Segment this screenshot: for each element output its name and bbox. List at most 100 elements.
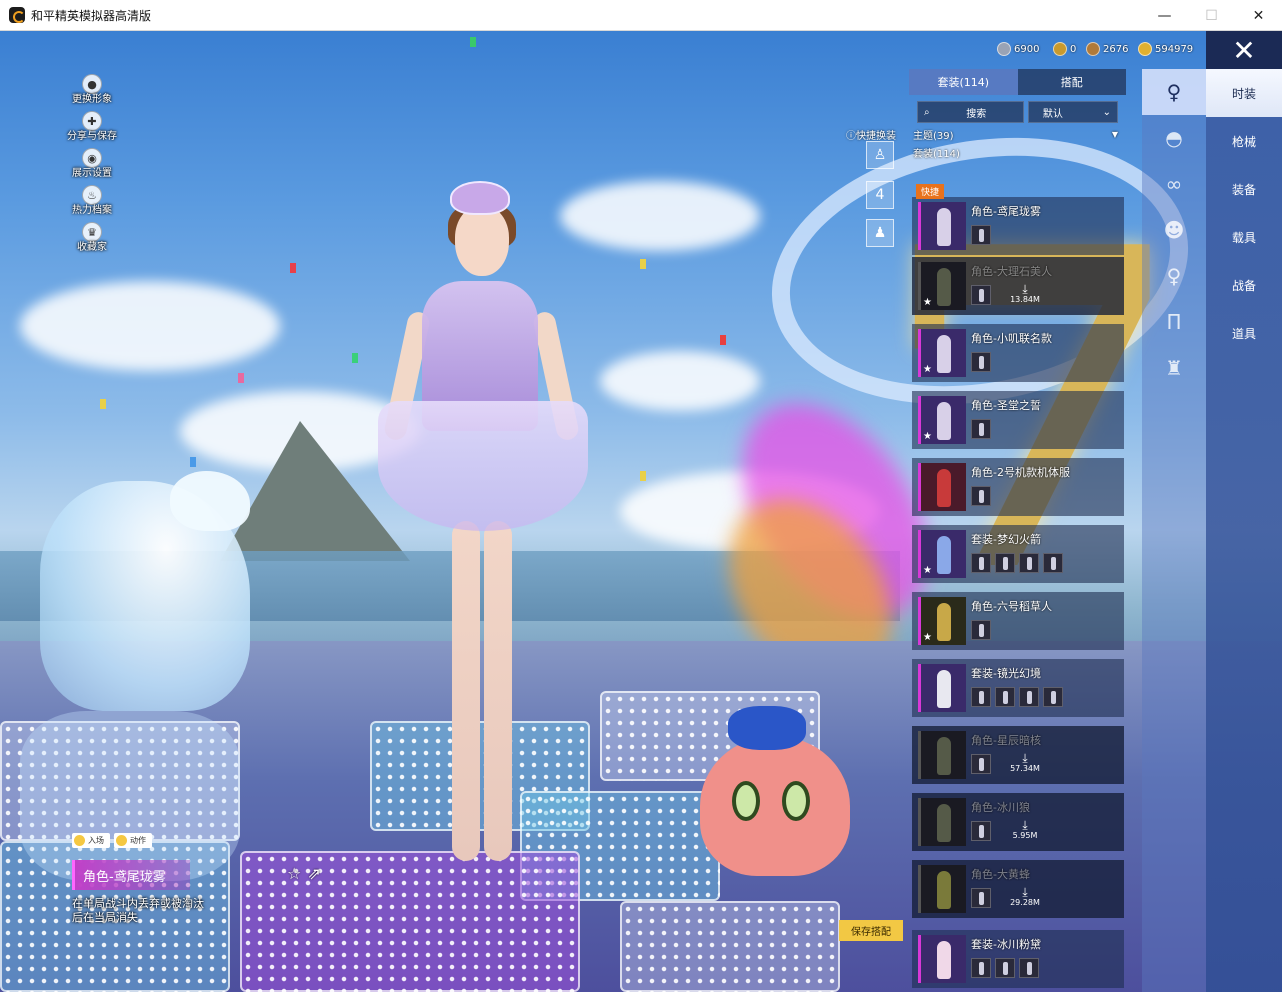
list-item[interactable]: 角色-大黄蜂 ⤓ 29.28M	[912, 860, 1124, 918]
star-icon: ★	[923, 565, 932, 576]
favorite-icon[interactable]: ☆	[287, 864, 301, 883]
download-indicator[interactable]: ⤓ 57.34M	[1007, 752, 1043, 773]
list-item[interactable]: 快捷 角色-鸢尾珑雾	[912, 184, 1124, 255]
item-piece	[1019, 687, 1039, 707]
search-row: ⌕ 搜索 默认 ⌄	[917, 101, 1118, 123]
item-piece	[971, 419, 991, 439]
character-skirt	[378, 401, 588, 531]
quick-slot-1[interactable]: ♙	[866, 141, 894, 169]
help-icon: ⓘ	[846, 131, 856, 142]
confetti	[640, 259, 646, 269]
category-props[interactable]: 道具	[1206, 309, 1282, 357]
item-thumbnail	[918, 664, 966, 712]
tab-entrance[interactable]: 入场	[72, 833, 110, 848]
character-head	[455, 206, 509, 276]
game-viewport[interactable]: 7 ● 更换形象 ✚ 分享与保存	[0, 31, 1282, 992]
tab-sets[interactable]: 套装(114)	[909, 69, 1018, 95]
item-piece	[971, 754, 991, 774]
category-weapons[interactable]: 枪械	[1206, 117, 1282, 165]
search-input[interactable]: ⌕ 搜索	[917, 101, 1024, 123]
list-item[interactable]: 角色-冰川狼 ⤓ 5.95M	[912, 793, 1124, 851]
item-name: 角色-星辰暗核	[971, 734, 1041, 747]
download-indicator[interactable]: ⤓ 5.95M	[1007, 819, 1043, 840]
item-piece	[971, 285, 991, 305]
item-piece	[995, 687, 1015, 707]
download-indicator[interactable]: ⤓ 29.28M	[1007, 886, 1043, 907]
item-thumbnail	[918, 731, 966, 779]
quick-slot-3[interactable]: ♟	[866, 219, 894, 247]
glasses-slot-button[interactable]: ∞	[1142, 161, 1206, 207]
figure-slot-button[interactable]: ♀	[1142, 253, 1206, 299]
currency-gold: 594979	[1138, 40, 1193, 58]
close-wardrobe-button[interactable]: ✕	[1206, 31, 1282, 69]
minimize-button[interactable]: —	[1141, 0, 1188, 31]
download-icon: ⤓	[1022, 885, 1028, 899]
maximize-button[interactable]: ☐	[1188, 0, 1235, 31]
confetti	[720, 335, 726, 345]
tab-action[interactable]: 动作	[114, 833, 152, 848]
shoes-slot-button[interactable]: ♜	[1142, 345, 1206, 391]
category-equipment[interactable]: 装备	[1206, 165, 1282, 213]
list-item[interactable]: 套装-冰川粉黛	[912, 930, 1124, 988]
confetti	[290, 263, 296, 273]
item-name: 角色-大黄蜂	[971, 868, 1030, 881]
item-piece	[1043, 553, 1063, 573]
item-thumbnail: ★	[918, 597, 966, 645]
window-controls: — ☐ ✕	[1141, 0, 1282, 31]
window-close-button[interactable]: ✕	[1235, 0, 1282, 31]
share-out-icon[interactable]: ⇗	[307, 864, 320, 883]
change-avatar-button[interactable]: ● 更换形象	[62, 69, 122, 106]
item-piece	[971, 687, 991, 707]
octopus-eye	[782, 781, 810, 821]
list-item[interactable]: 套装-镜光幻境	[912, 659, 1124, 717]
mask-slot-button[interactable]: ☻	[1142, 207, 1206, 253]
list-item[interactable]: 角色-2号机款机体服	[912, 458, 1124, 516]
hat-slot-button[interactable]: ◓	[1142, 115, 1206, 161]
item-name: 角色-小叽联名款	[971, 332, 1052, 345]
quick-swap-label[interactable]: ⓘ快捷换装	[846, 127, 896, 142]
list-item[interactable]: ★ 角色-圣堂之誓	[912, 391, 1124, 449]
coupon-icon	[1053, 42, 1067, 56]
list-item[interactable]: ★ 角色-六号稻草人	[912, 592, 1124, 650]
item-piece	[1019, 553, 1039, 573]
item-piece	[971, 620, 991, 640]
category-battle-prep[interactable]: 战备	[1206, 261, 1282, 309]
title-bar: 和平精英模拟器高清版 — ☐ ✕	[0, 0, 1282, 31]
currency-coupon: 0	[1053, 40, 1076, 58]
sort-dropdown[interactable]: 默认 ⌄	[1027, 101, 1118, 123]
glasses-icon: ∞	[1165, 172, 1183, 196]
item-piece	[1043, 687, 1063, 707]
share-icon: ✚	[82, 111, 102, 131]
cloud	[600, 351, 760, 411]
item-name: 角色-鸢尾珑雾	[971, 205, 1041, 218]
category-fashion[interactable]: 时装	[1206, 69, 1282, 117]
filter-sets[interactable]: 套装(114)	[913, 145, 1126, 160]
item-thumbnail	[918, 798, 966, 846]
display-settings-button[interactable]: ◉ 展示设置	[62, 143, 122, 180]
list-item[interactable]: ★ 角色-小叽联名款	[912, 324, 1124, 382]
list-item[interactable]: ★ 套装-梦幻火箭	[912, 525, 1124, 583]
item-piece	[971, 352, 991, 372]
save-outfit-button[interactable]: 保存搭配	[839, 920, 903, 941]
download-indicator[interactable]: ⤓ 13.84M	[1007, 283, 1043, 304]
outfit-icon: ♀	[1166, 80, 1182, 104]
list-item[interactable]: ★ 角色-大理石美人 ⤓ 13.84M	[912, 257, 1124, 315]
item-thumbnail	[918, 935, 966, 983]
collector-button[interactable]: ♛ 收藏家	[62, 217, 122, 254]
filter-theme[interactable]: 主题(39) ▼	[913, 127, 1126, 142]
tab-match[interactable]: 搭配	[1017, 69, 1126, 95]
share-save-button[interactable]: ✚ 分享与保存	[62, 106, 122, 143]
heat-profile-button[interactable]: ♨ 热力档案	[62, 180, 122, 217]
item-thumbnail	[918, 865, 966, 913]
category-vehicles[interactable]: 载具	[1206, 213, 1282, 261]
cloud	[560, 181, 760, 251]
download-icon: ⤓	[1022, 751, 1028, 765]
item-piece	[971, 225, 991, 245]
list-item[interactable]: 角色-星辰暗核 ⤓ 57.34M	[912, 726, 1124, 784]
confetti	[238, 373, 244, 383]
outfit-slot-button[interactable]: ♀	[1142, 69, 1206, 115]
quick-slot-2[interactable]: 4	[866, 181, 894, 209]
item-thumbnail: ★	[918, 530, 966, 578]
item-name: 角色-2号机款机体服	[971, 466, 1070, 479]
pants-slot-button[interactable]: Π	[1142, 299, 1206, 345]
